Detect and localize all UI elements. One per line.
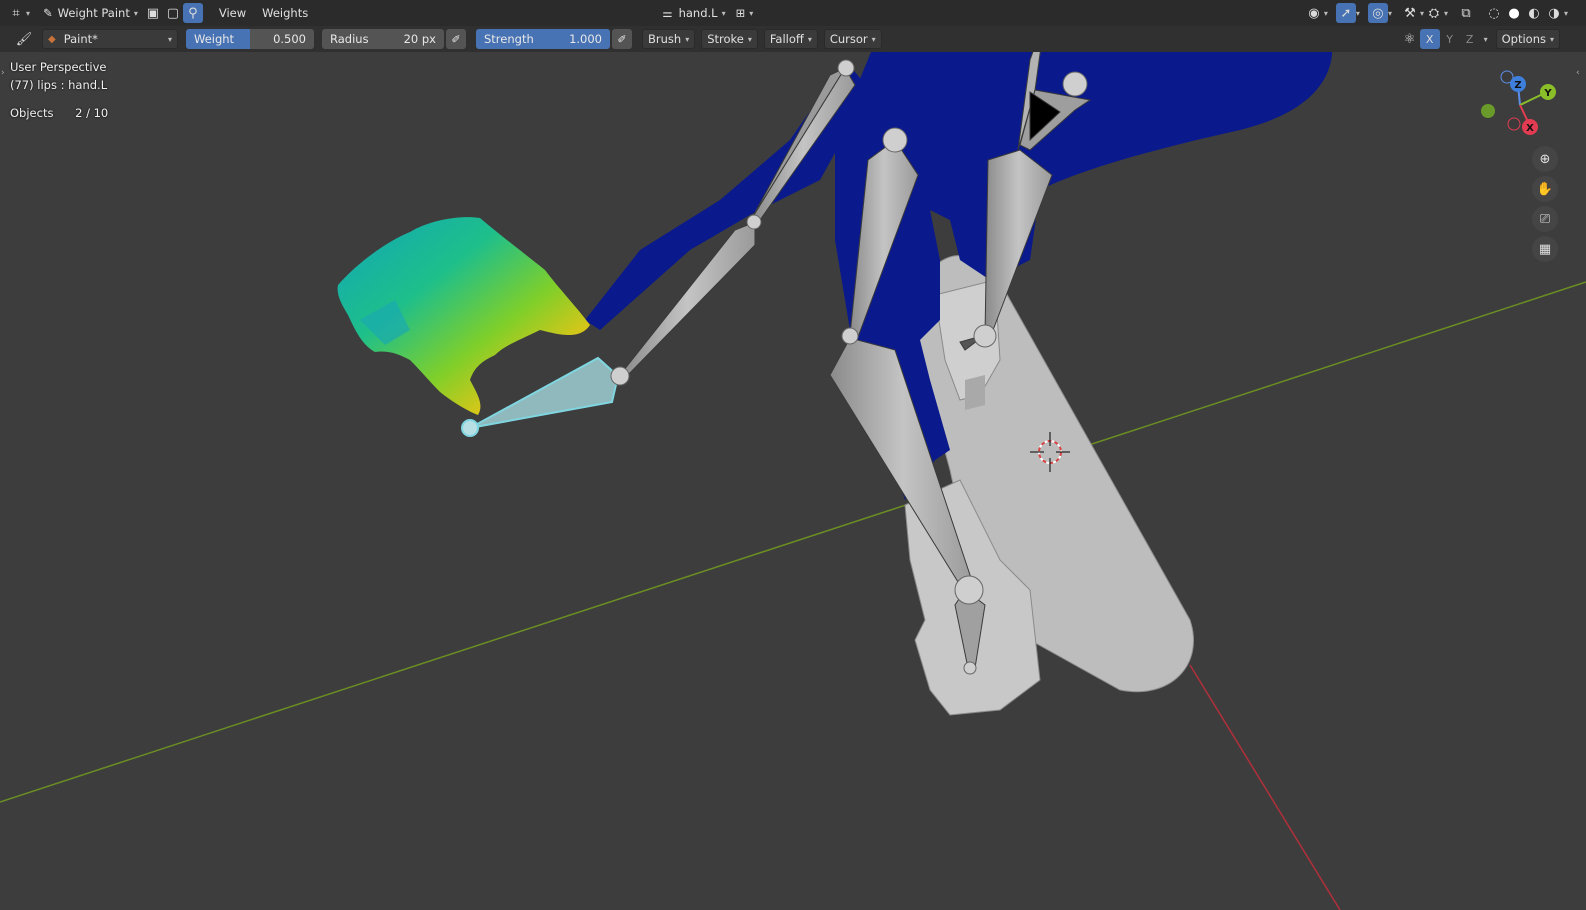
chevron-down-icon: ▾ — [1443, 8, 1448, 18]
chevron-down-icon: ▾ — [1387, 8, 1392, 18]
shading-wireframe-icon[interactable]: ◌ — [1484, 3, 1504, 23]
strength-slider[interactable]: Strength 1.000 — [476, 29, 610, 49]
strength-label: Strength — [484, 32, 534, 46]
objects-label: Objects — [10, 106, 54, 120]
tool-settings-bar: 🖌 ◆ Paint* ▾ Weight 0.500 Radius 20 px ✐… — [0, 26, 1586, 52]
brush-name: Paint* — [63, 32, 98, 46]
zoom-icon[interactable]: ⊕ — [1532, 146, 1558, 172]
cursor-menu[interactable]: Cursor ▾ — [823, 29, 882, 49]
weight-paint-icon: ✎ — [43, 6, 53, 20]
vertex-mask-icon[interactable]: ▢ — [163, 3, 183, 23]
chevron-down-icon: ▾ — [1323, 8, 1328, 18]
x-axis-line — [1189, 664, 1341, 910]
gizmo-toggle-icon[interactable]: ➚ — [1335, 3, 1356, 23]
viewport-perspective-label: User Perspective — [10, 60, 107, 74]
gizmo-y-label: Y — [1543, 88, 1552, 99]
gizmo-z-label: Z — [1514, 80, 1521, 91]
foot-mesh[interactable] — [904, 255, 1194, 716]
chevron-down-icon: ▾ — [26, 8, 31, 18]
chevron-down-icon: ▾ — [1549, 34, 1554, 44]
bone-data-icon: ⚌ — [662, 6, 673, 20]
brush-menu-label: Brush — [648, 32, 682, 46]
chevron-down-icon: ▾ — [1355, 8, 1360, 18]
radius-label: Radius — [330, 32, 369, 46]
visibility-icon[interactable]: ◉ — [1304, 3, 1324, 23]
chevron-down-icon: ▾ — [685, 34, 690, 44]
falloff-menu-label: Falloff — [769, 32, 804, 46]
chevron-down-icon: ▾ — [721, 8, 726, 18]
mirror-x-toggle[interactable]: X — [1419, 29, 1440, 49]
chevron-down-icon: ▾ — [133, 8, 138, 18]
strength-pressure-icon[interactable]: ✐ — [612, 29, 632, 49]
weight-label: Weight — [194, 32, 235, 46]
3d-viewport[interactable]: Z Y X — [0, 52, 1586, 910]
overlays-toggle-icon[interactable]: ◎ — [1367, 3, 1388, 23]
navigation-gizmo[interactable]: Z Y X — [1481, 70, 1556, 135]
bone-overlay-icon[interactable]: ⚒ — [1400, 3, 1420, 23]
brush-menu[interactable]: Brush ▾ — [642, 29, 696, 49]
stroke-menu-label: Stroke — [707, 32, 744, 46]
paint-brush-icon[interactable]: 🖌 — [14, 29, 34, 49]
ortho-grid-icon[interactable]: ▦ — [1532, 236, 1558, 262]
chevron-down-icon: ▾ — [1483, 34, 1488, 44]
bone-select-icon[interactable]: ⚲ — [182, 3, 203, 23]
mirror-y-toggle[interactable]: Y — [1440, 29, 1460, 49]
toolbar-expand-icon[interactable]: › — [1, 68, 5, 78]
brush-icon: ◆ — [48, 33, 56, 45]
active-object-label: hand.L — [678, 6, 718, 20]
chevron-down-icon: ▾ — [749, 8, 754, 18]
viewport-context-label: (77) lips : hand.L — [10, 78, 108, 92]
editor-type-icon[interactable]: ⌗ — [6, 3, 26, 23]
mirror-z-toggle[interactable]: Z — [1460, 29, 1480, 49]
mode-selector[interactable]: ✎ Weight Paint ▾ — [38, 3, 143, 23]
symmetry-selector[interactable]: ⊞ ▾ — [731, 3, 759, 23]
mode-label: Weight Paint — [57, 6, 130, 20]
stroke-menu[interactable]: Stroke ▾ — [701, 29, 758, 49]
falloff-menu[interactable]: Falloff ▾ — [763, 29, 818, 49]
armature-overlay-icon[interactable]: ⛭ — [1424, 3, 1444, 23]
options-menu[interactable]: Options ▾ — [1495, 29, 1560, 49]
xray-toggle-icon[interactable]: ⧉ — [1456, 3, 1476, 23]
menu-weights[interactable]: Weights — [254, 3, 316, 23]
selected-joint[interactable] — [461, 419, 479, 437]
weight-slider[interactable]: Weight 0.500 — [186, 29, 314, 49]
face-mask-icon[interactable]: ▣ — [143, 3, 163, 23]
chevron-down-icon: ▾ — [871, 34, 876, 44]
menu-view[interactable]: View — [211, 3, 254, 23]
selected-bone-hand[interactable] — [469, 356, 620, 429]
shading-solid-icon[interactable]: ● — [1504, 3, 1524, 23]
radius-field[interactable]: Radius 20 px — [322, 29, 444, 49]
shading-material-icon[interactable]: ◐ — [1524, 3, 1544, 23]
active-object-selector[interactable]: ⚌ hand.L ▾ — [657, 3, 730, 23]
weight-value: 0.500 — [273, 32, 306, 46]
objects-stat: Objects 2 / 10 — [10, 106, 108, 120]
chevron-down-icon: ▾ — [167, 34, 172, 44]
transform-pivot-icon: ⊞ — [735, 6, 746, 20]
viewport-header: ⌗ ▾ ✎ Weight Paint ▾ ▣ ▢ ⚲ View Weights … — [0, 0, 1586, 26]
chevron-down-icon: ▾ — [747, 34, 752, 44]
brush-selector[interactable]: ◆ Paint* ▾ — [42, 29, 178, 49]
shading-rendered-icon[interactable]: ◑ — [1544, 3, 1564, 23]
pan-hand-icon[interactable]: ✋ — [1532, 176, 1558, 202]
objects-value: 2 / 10 — [75, 106, 109, 120]
chevron-down-icon: ▾ — [807, 34, 812, 44]
radius-value: 20 px — [403, 32, 436, 46]
gizmo-x-label: X — [1526, 123, 1534, 134]
cursor-menu-label: Cursor — [829, 32, 868, 46]
camera-view-icon[interactable]: ⎚ — [1532, 206, 1558, 232]
strength-value: 1.000 — [569, 32, 602, 46]
chevron-down-icon: ▾ — [1563, 8, 1568, 18]
sidebar-expand-icon[interactable]: ‹ — [1576, 68, 1580, 78]
y-axis-line — [0, 281, 1586, 803]
mirror-icon[interactable]: ⚛ — [1400, 29, 1420, 49]
radius-pressure-icon[interactable]: ✐ — [446, 29, 466, 49]
options-label: Options — [1501, 32, 1546, 46]
